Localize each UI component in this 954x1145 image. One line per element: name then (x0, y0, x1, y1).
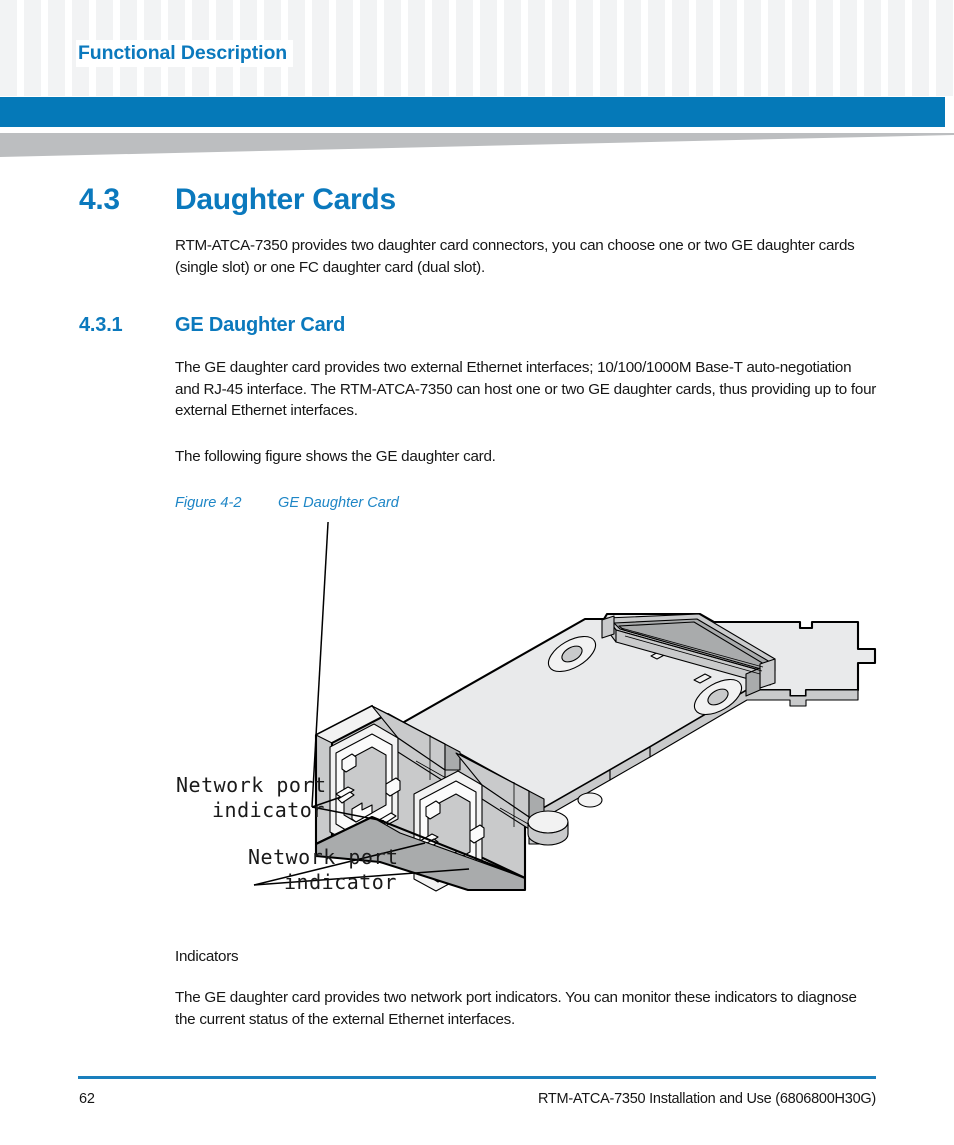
footer-page-number: 62 (79, 1091, 95, 1107)
figure-label: Figure 4-2 (175, 495, 242, 511)
running-header-title: Functional Description (76, 40, 294, 67)
indicators-heading: Indicators (175, 948, 239, 965)
figure-caption-text: GE Daughter Card (278, 495, 399, 511)
section-title: Daughter Cards (175, 183, 396, 216)
figure-caption: Figure 4-2 GE Daughter Card (175, 495, 399, 511)
section-heading-4-3-1: 4.3.1 GE Daughter Card (79, 314, 345, 337)
section-number: 4.3 (79, 183, 120, 216)
callout-2-line-1: Network port (248, 845, 399, 869)
pattern-row (0, 5, 954, 22)
section-heading-4-3: 4.3 Daughter Cards (79, 183, 396, 217)
subsection-number: 4.3.1 (79, 314, 123, 336)
subsection-title: GE Daughter Card (175, 314, 346, 336)
footer-rule (78, 1076, 876, 1079)
page-footer: 62 RTM-ATCA-7350 Installation and Use (6… (0, 1076, 954, 1145)
header-gray-wedge (0, 133, 954, 157)
pattern-row (0, 77, 954, 94)
wedge-shape (0, 133, 954, 157)
footer-document-title: RTM-ATCA-7350 Installation and Use (6806… (537, 1091, 876, 1107)
paragraph-section-intro: RTM-ATCA-7350 provides two daughter card… (175, 237, 855, 276)
figure-ge-daughter-card: .ln { fill:none; stroke:#000; stroke-wid… (0, 522, 954, 922)
callout-1-line-1: Network port (176, 773, 327, 797)
paragraph-figure-lead-in: The following figure shows the GE daught… (175, 448, 496, 465)
header-blue-bar (0, 97, 945, 127)
paragraph-ge-description: The GE daughter card provides two extern… (175, 359, 877, 419)
callout-1-line-2: indicator (212, 798, 325, 822)
page-header: Functional Description (0, 0, 954, 97)
callout-2-line-2: indicator (284, 870, 397, 894)
indicators-body: The GE daughter card provides two networ… (175, 989, 857, 1028)
